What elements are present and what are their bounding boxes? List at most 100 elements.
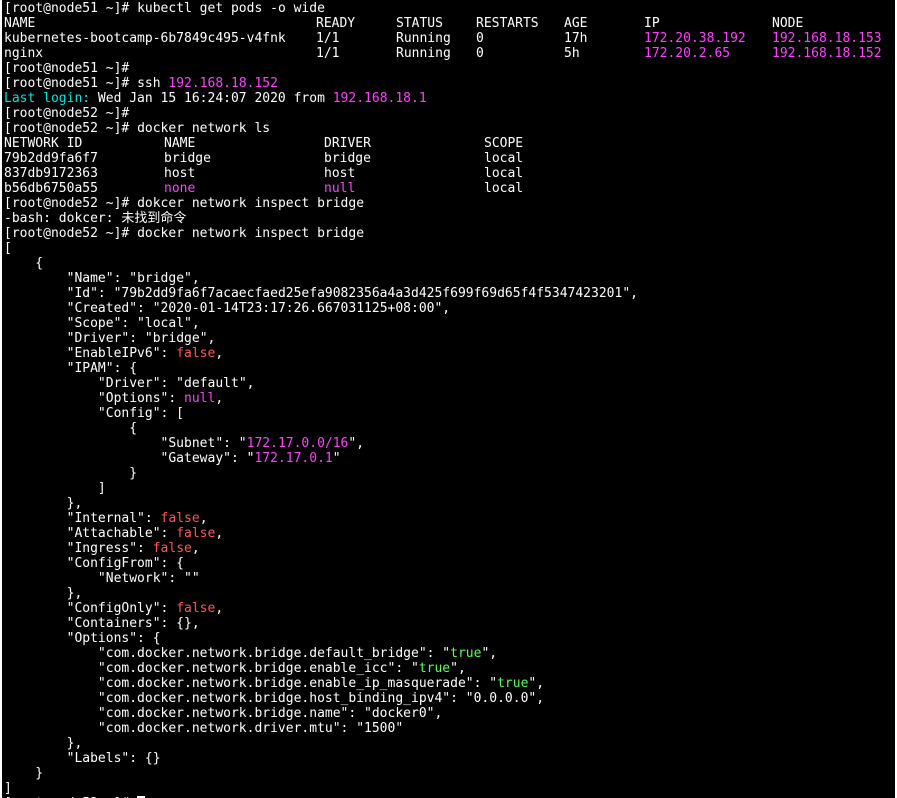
json-line: "Id": "79b2dd9fa6f7acaecfaed25efa9082356… xyxy=(4,286,638,301)
json-line: [ xyxy=(4,241,12,256)
json-line: "Driver": "default", xyxy=(4,376,255,391)
prompt: [root@node52 ~]# xyxy=(4,121,130,136)
json-line: "com.docker.network.bridge.enable_icc": … xyxy=(4,661,466,676)
last-login-date: Wed Jan 15 16:24:07 2020 from xyxy=(97,91,325,106)
network-name: none xyxy=(164,181,196,196)
json-line: "Network": "" xyxy=(4,571,200,586)
json-line: "Gateway": "172.17.0.1" xyxy=(4,451,341,466)
json-value: true xyxy=(418,661,451,676)
column-header: NAME xyxy=(4,16,36,31)
network-driver: bridge xyxy=(324,151,371,166)
json-line: "ConfigOnly": false, xyxy=(4,601,224,616)
last-login-line: Last login: Wed Jan 15 16:24:07 2020 fro… xyxy=(4,91,638,106)
column-header: READY xyxy=(316,16,356,31)
json-line: }, xyxy=(4,586,83,601)
column-header: AGE xyxy=(564,16,588,31)
command-line: [root@node52 ~]# docker network ls xyxy=(4,121,638,136)
command: ssh xyxy=(137,76,161,91)
prompt: [root@node51 ~]# xyxy=(4,61,130,76)
network-scope: local xyxy=(484,151,524,166)
json-line: "Scope": "local", xyxy=(4,316,200,331)
network-name: bridge xyxy=(164,151,211,166)
json-line: "com.docker.network.bridge.default_bridg… xyxy=(4,646,498,661)
json-value: default xyxy=(184,376,239,391)
last-login-label: Last login: xyxy=(4,91,91,106)
json-value: 2020-01-14T23:17:26.667031125+08:00 xyxy=(160,301,435,316)
json-value: false xyxy=(160,511,200,526)
network-name: host xyxy=(164,166,196,181)
prompt: [root@node52 ~]# xyxy=(4,196,130,211)
json-value: 0.0.0.0 xyxy=(473,691,529,706)
json-line: "Ingress": false, xyxy=(4,541,200,556)
json-value: true xyxy=(450,646,482,661)
json-line: "IPAM": { xyxy=(4,361,138,376)
table-row: nginx 1/1 Running 0 5h 172.20.2.65 192.1… xyxy=(4,46,882,61)
prompt: [root@node51 ~]# xyxy=(4,1,130,16)
json-line: "EnableIPv6": false, xyxy=(4,346,224,361)
table-row: 79b2dd9fa6f7 bridge bridge local xyxy=(4,151,638,166)
column-header: IP xyxy=(644,16,660,31)
json-line: "Containers": {}, xyxy=(4,616,200,631)
json-value: bridge xyxy=(152,331,200,346)
json-value: docker0 xyxy=(371,706,427,721)
prompt: [root@node51 ~]# xyxy=(4,76,130,91)
network-driver: null xyxy=(324,181,356,196)
command: kubectl get pods -o wide xyxy=(137,1,325,16)
column-header: NETWORK ID xyxy=(4,136,83,151)
network-id: 79b2dd9fa6f7 xyxy=(4,151,98,166)
prompt: [root@node52 ~]# xyxy=(4,226,130,241)
command-line: [root@node52 ~]# dokcer network inspect … xyxy=(4,196,638,211)
terminal-window[interactable]: [root@node51 ~]# kubectl get pods -o wid… xyxy=(0,0,897,798)
json-value: 1500 xyxy=(364,721,396,736)
json-value: false xyxy=(176,601,216,616)
json-value: local xyxy=(144,316,185,331)
network-scope: local xyxy=(484,181,524,196)
column-header: NODE xyxy=(772,16,804,31)
pod-ip: 172.20.38.192 xyxy=(644,31,746,46)
table-header: NAME READY STATUS RESTARTS AGE IP NODE xyxy=(4,16,803,31)
network-id: 837db9172363 xyxy=(4,166,98,181)
table-row: b56db6750a55 none null local xyxy=(4,181,638,196)
command: dokcer network inspect bridge xyxy=(137,196,365,211)
json-value: 79b2dd9fa6f7acaecfaed25efa9082356a4a3d42… xyxy=(121,286,623,301)
pod-ip: 172.20.2.65 xyxy=(644,46,731,61)
pod-node: 192.168.18.153 xyxy=(772,31,882,46)
json-value: false xyxy=(152,541,192,556)
json-line: { xyxy=(4,256,44,271)
command-line: [root@node51 ~]# xyxy=(4,61,638,76)
json-line: "Subnet": "172.17.0.0/16", xyxy=(4,436,365,451)
column-header: STATUS xyxy=(396,16,443,31)
pod-node: 192.168.18.152 xyxy=(772,46,882,61)
column-header: SCOPE xyxy=(484,136,524,151)
network-scope: local xyxy=(484,166,524,181)
error-line: -bash: dokcer: 未找到命令 xyxy=(4,211,638,226)
json-line: "Created": "2020-01-14T23:17:26.66703112… xyxy=(4,301,451,316)
json-line: "Config": [ xyxy=(4,406,185,421)
json-line: } xyxy=(4,766,44,781)
json-value: true xyxy=(497,676,529,691)
json-line: "Attachable": false, xyxy=(4,526,224,541)
command: docker network inspect bridge xyxy=(137,226,365,241)
pod-status: Running xyxy=(396,31,451,46)
json-value: 172.17.0.1 xyxy=(254,451,333,466)
json-line: "com.docker.network.bridge.enable_ip_mas… xyxy=(4,676,545,691)
table-row: kubernetes-bootcamp-6b7849c495-v4fnk 1/1… xyxy=(4,31,882,46)
json-line: "Driver": "bridge", xyxy=(4,331,216,346)
json-value: null xyxy=(184,391,216,406)
command-line: [root@node51 ~]# ssh 192.168.18.152 xyxy=(4,76,638,91)
pod-age: 5h xyxy=(564,46,580,61)
table-header: NETWORK ID NAME DRIVER SCOPE xyxy=(4,136,638,151)
json-line: }, xyxy=(4,736,83,751)
pod-status: Running xyxy=(396,46,451,61)
json-value: bridge xyxy=(137,271,185,286)
pod-restarts: 0 xyxy=(476,46,484,61)
json-line: "Internal": false, xyxy=(4,511,208,526)
network-id: b56db6750a55 xyxy=(4,181,98,196)
command-line: [root@node51 ~]# kubectl get pods -o wid… xyxy=(4,1,638,16)
json-line: } xyxy=(4,466,138,481)
column-header: DRIVER xyxy=(324,136,371,151)
json-line: "Name": "bridge", xyxy=(4,271,200,286)
table-row: 837db9172363 host host local xyxy=(4,166,638,181)
json-line: "com.docker.network.bridge.name": "docke… xyxy=(4,706,443,721)
error-message: -bash: dokcer: 未找到命令 xyxy=(4,211,187,226)
